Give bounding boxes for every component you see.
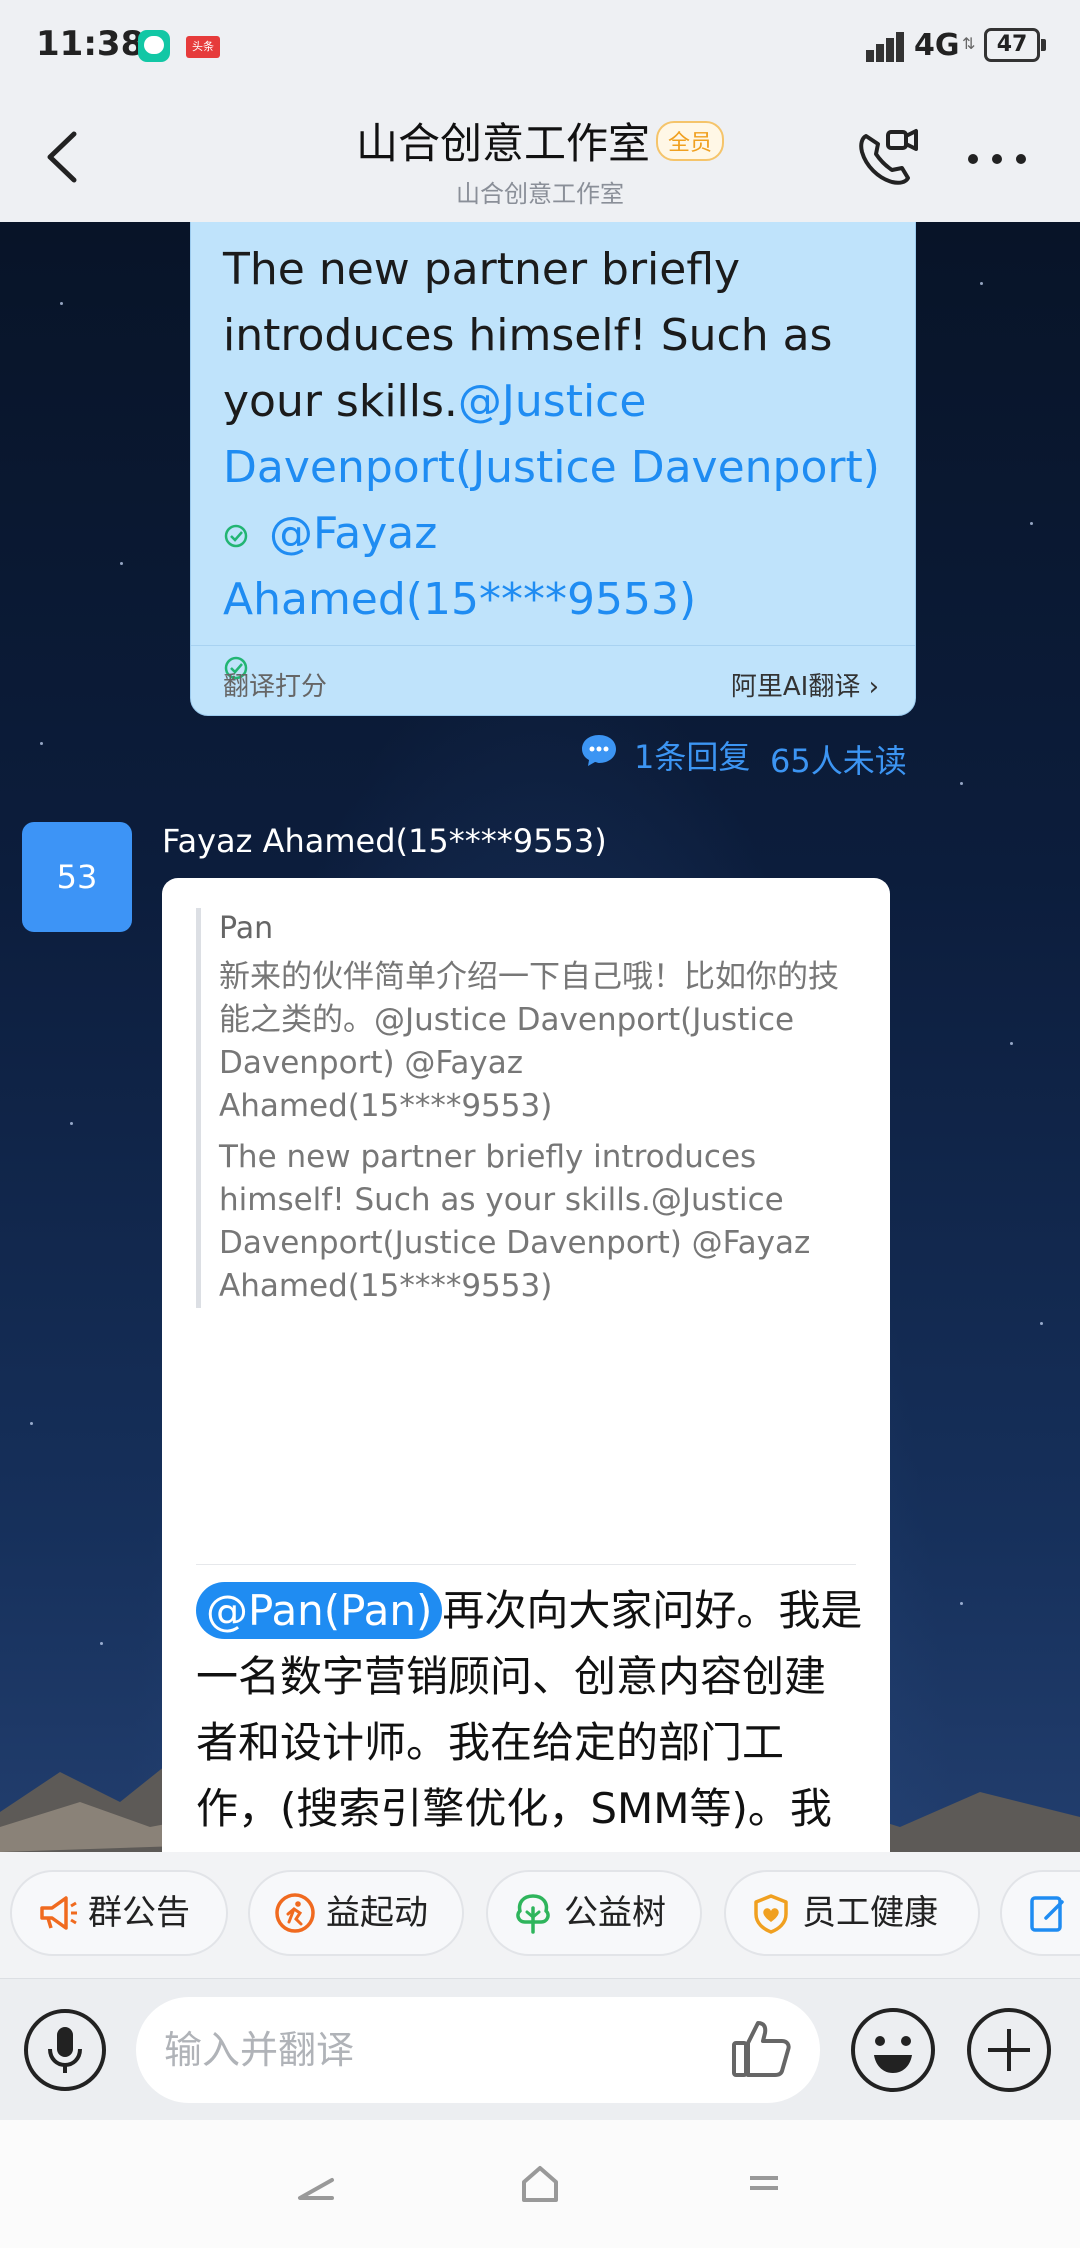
avatar[interactable]: 53 <box>22 822 132 932</box>
news-app-icon: 头条 <box>186 36 220 58</box>
ai-translate-link[interactable]: 阿里AI翻译 › <box>731 666 879 703</box>
data-arrows-icon: ⇅ <box>962 34 976 53</box>
voice-button[interactable] <box>22 2007 108 2093</box>
nav-recents-icon[interactable] <box>746 2170 782 2200</box>
chip-edit[interactable] <box>1000 1870 1080 1956</box>
mention-line: @Fayaz Ahamed(15****9553) <box>223 501 893 633</box>
sender-name: Fayaz Ahamed(15****9553) <box>162 822 607 860</box>
mention-pan[interactable]: @Pan(Pan) <box>196 1582 443 1639</box>
video-call-button[interactable] <box>852 124 922 194</box>
chat-header: 山合创意工作室 全员 山合创意工作室 <box>0 96 1080 223</box>
rate-translation-button[interactable]: 翻译打分 <box>223 666 327 703</box>
add-button[interactable] <box>964 2005 1054 2095</box>
translation-footer: 翻译打分 阿里AI翻译 › <box>191 645 915 718</box>
running-icon <box>275 1893 315 1933</box>
read-check-icon <box>224 524 248 548</box>
nav-back-icon[interactable] <box>296 2174 336 2204</box>
like-button[interactable] <box>726 2013 796 2083</box>
chevron-right-icon: › <box>860 672 879 702</box>
chip-label: 群公告 <box>88 1893 190 1933</box>
input-bar <box>0 1978 1080 2121</box>
quick-actions-bar: 群公告 益起动 公益树 员工健康 <box>0 1852 1080 1978</box>
battery-icon: 47 <box>984 28 1046 62</box>
heart-shield-icon <box>754 1894 788 1934</box>
message-input[interactable] <box>136 1997 820 2103</box>
signal-icon <box>866 32 906 62</box>
chip-label: 员工健康 <box>802 1893 938 1933</box>
all-members-badge: 全员 <box>656 120 725 161</box>
message-text: @Pan(Pan) 再次向大家问好。我是一名数字营销顾问、创意内容创建者和设计师。… <box>196 1578 866 1852</box>
chip-label: 公益树 <box>564 1893 666 1933</box>
video-call-icon <box>859 129 918 185</box>
chip-charity-tree[interactable]: 公益树 <box>486 1870 702 1956</box>
chat-area[interactable]: The new partner briefly introduces himse… <box>0 222 1080 1852</box>
emoji-button[interactable] <box>848 2005 938 2095</box>
megaphone-icon <box>40 1896 77 1930</box>
mention-fayaz[interactable]: @Fayaz Ahamed(15****9553) <box>223 508 696 625</box>
microphone-icon <box>24 2009 106 2091</box>
tree-icon <box>516 1894 550 1934</box>
more-button[interactable] <box>966 148 1028 168</box>
translated-text: The new partner briefly introduces himse… <box>223 237 893 699</box>
reply-bubble-icon <box>582 735 616 766</box>
status-time: 11:38 <box>36 24 145 64</box>
ai-translate-label: 阿里AI翻译 <box>730 672 861 702</box>
plus-icon <box>967 2008 1051 2092</box>
network-type: 4G <box>914 28 960 63</box>
chip-group-notice[interactable]: 群公告 <box>10 1870 228 1956</box>
chip-yiqidong[interactable]: 益起动 <box>248 1870 464 1956</box>
quote-text-en: The new partner briefly introduces himse… <box>219 1139 811 1304</box>
translated-message-bubble[interactable]: The new partner briefly introduces himse… <box>190 222 916 716</box>
unread-count-link[interactable]: 65人未读 <box>770 736 907 782</box>
nav-home-icon[interactable] <box>518 2162 562 2206</box>
emoji-icon <box>851 2008 935 2092</box>
status-bar: 11:38 头条 4G ⇅ 47 <box>0 0 1080 96</box>
edit-note-icon <box>1030 1896 1064 1932</box>
quote-text-cn: 新来的伙伴简单介绍一下自己哦！比如你的技能之类的。@Justice Davenp… <box>219 959 839 1124</box>
message-bubble[interactable]: Pan 新来的伙伴简单介绍一下自己哦！比如你的技能之类的。@Justice Da… <box>162 878 890 1852</box>
quote-author: Pan <box>219 911 274 946</box>
quoted-message[interactable]: Pan 新来的伙伴简单介绍一下自己哦！比如你的技能之类的。@Justice Da… <box>196 908 859 1308</box>
system-nav-bar <box>0 2120 1080 2248</box>
reply-count-link[interactable]: 1条回复 <box>634 732 750 778</box>
quote-divider <box>196 1564 856 1565</box>
chat-app-icon <box>138 30 170 62</box>
thumbs-up-icon <box>732 2021 791 2077</box>
chip-employee-health[interactable]: 员工健康 <box>724 1870 980 1956</box>
chip-label: 益起动 <box>326 1893 428 1933</box>
page-title: 山合创意工作室 <box>355 119 650 168</box>
